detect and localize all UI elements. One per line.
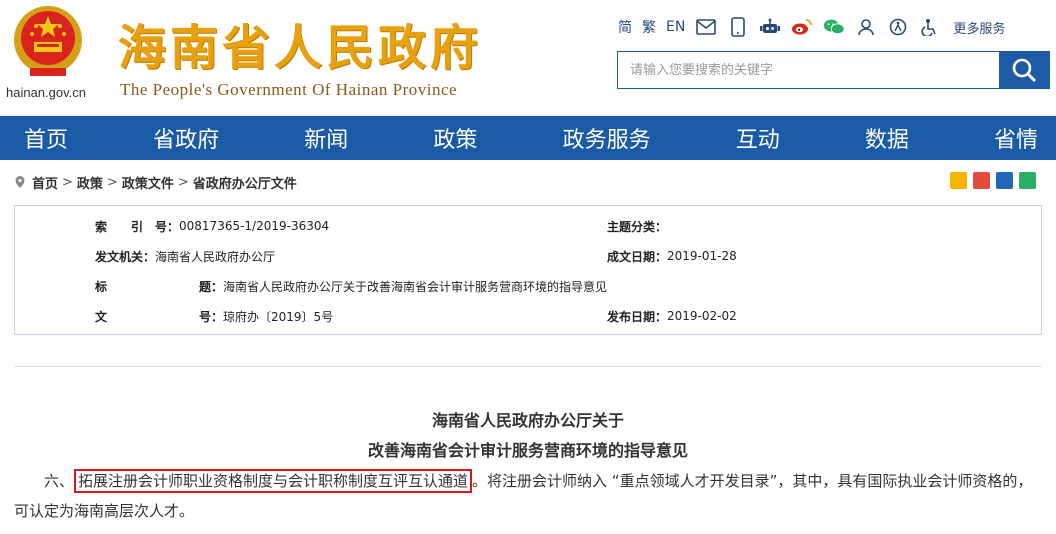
national-emblem-icon[interactable] [8,2,88,82]
traditional-chinese-link[interactable]: 繁 [642,17,656,37]
robot-icon[interactable] [759,16,781,38]
site-domain: hainan.gov.cn [6,85,86,100]
site-header: hainan.gov.cn 海南省人民政府 The People's Gover… [0,0,1056,116]
content-divider [14,366,1042,367]
issuer-label: 发文机关： [95,249,156,264]
date-published-label: 发布日期： [607,309,668,324]
docno-label-b: 号： [199,309,224,324]
highlighted-phrase: 拓展注册会计师职业资格制度与会计职称制度互评互认通道 [74,469,473,493]
breadcrumb-separator: > [62,174,73,190]
location-pin-icon [15,176,25,188]
weibo-icon[interactable] [791,16,813,38]
date-created-value: 2019-01-28 [667,249,737,263]
wechat-share-icon[interactable] [1019,172,1036,189]
share-bar [950,172,1036,189]
article-paragraph: 六、 拓展注册会计师职业资格制度与会计职称制度互评互认通道 。将注册会计师纳入 “重… [14,466,1044,526]
document-info-box: 索 引 号： 00817365-1/2019-36304 主题分类： 发文机关：… [14,205,1042,335]
nav-item-province-info[interactable]: 省情 [994,122,1038,154]
info-issuer-row: 发文机关： 海南省人民政府办公厅 [95,247,275,265]
info-topic-row: 主题分类： [607,217,667,235]
paragraph-prefix: 六、 [44,472,75,490]
info-date-published-row: 发布日期： 2019-02-02 [607,307,737,325]
mail-icon[interactable] [695,16,717,38]
article-title-line2: 改善海南省会计审计服务营商环境的指导意见 [367,441,688,460]
nav-item-policy[interactable]: 政策 [433,122,477,154]
search-icon [1012,58,1037,83]
nav-item-data[interactable]: 数据 [865,122,909,154]
search-bar [617,51,1050,89]
breadcrumb-policy[interactable]: 政策 [77,173,103,192]
title-label-b: 题： [199,279,224,294]
date-created-label: 成文日期： [607,249,668,264]
simplified-chinese-link[interactable]: 简 [618,17,632,37]
docno-label-a: 文 [95,309,108,324]
nav-item-government-services[interactable]: 政务服务 [563,122,651,154]
qzone-share-icon[interactable] [950,172,967,189]
breadcrumb-office-documents[interactable]: 省政府办公厅文件 [193,173,297,192]
index-value: 00817365-1/2019-36304 [179,219,330,233]
renren-share-icon[interactable] [996,172,1013,189]
info-title-row: 标 题： 海南省人民政府办公厅关于改善海南省会计审计服务营商环境的指导意见 [95,277,607,295]
header-toolbar: 简 繁 EN 更多服务 [618,14,1005,40]
english-link[interactable]: EN [666,19,685,35]
info-index-row: 索 引 号： 00817365-1/2019-36304 [95,217,329,235]
nav-item-home[interactable]: 首页 [24,122,68,154]
date-published-value: 2019-02-02 [667,309,737,323]
breadcrumb-home[interactable]: 首页 [32,173,58,192]
info-date-created-row: 成文日期： 2019-01-28 [607,247,737,265]
nav-item-provincial-government[interactable]: 省政府 [153,122,219,154]
index-label: 索 引 号： [95,219,180,234]
main-nav: 首页 省政府 新闻 政策 政务服务 互动 数据 省情 [0,116,1056,160]
mobile-icon[interactable] [727,16,749,38]
accessibility-icon[interactable] [887,16,909,38]
wechat-icon[interactable] [823,16,845,38]
title-value: 海南省人民政府办公厅关于改善海南省会计审计服务营商环境的指导意见 [223,279,608,294]
article-title-line1: 海南省人民政府办公厅关于 [431,411,624,430]
user-icon[interactable] [855,16,877,38]
issuer-value: 海南省人民政府办公厅 [155,249,276,264]
breadcrumb-policy-documents[interactable]: 政策文件 [122,173,174,192]
site-title-cn[interactable]: 海南省人民政府 [118,8,482,78]
elderly-care-icon[interactable] [919,16,941,38]
title-label-a: 标 [95,279,108,294]
topic-label: 主题分类： [607,219,668,234]
info-docno-row: 文 号： 琼府办〔2019〕5号 [95,307,333,325]
breadcrumb-separator: > [106,174,118,190]
site-title-en: The People's Government Of Hainan Provin… [120,80,458,99]
search-input[interactable] [618,52,999,88]
breadcrumb: 首页 > 政策 > 政策文件 > 省政府办公厅文件 [14,172,297,192]
nav-item-interaction[interactable]: 互动 [736,122,780,154]
search-button[interactable] [999,52,1049,88]
breadcrumb-separator: > [177,174,189,190]
more-services-link[interactable]: 更多服务 [953,18,1005,37]
weibo-share-icon[interactable] [973,172,990,189]
nav-item-news[interactable]: 新闻 [304,122,348,154]
docno-value: 琼府办〔2019〕5号 [223,309,334,324]
